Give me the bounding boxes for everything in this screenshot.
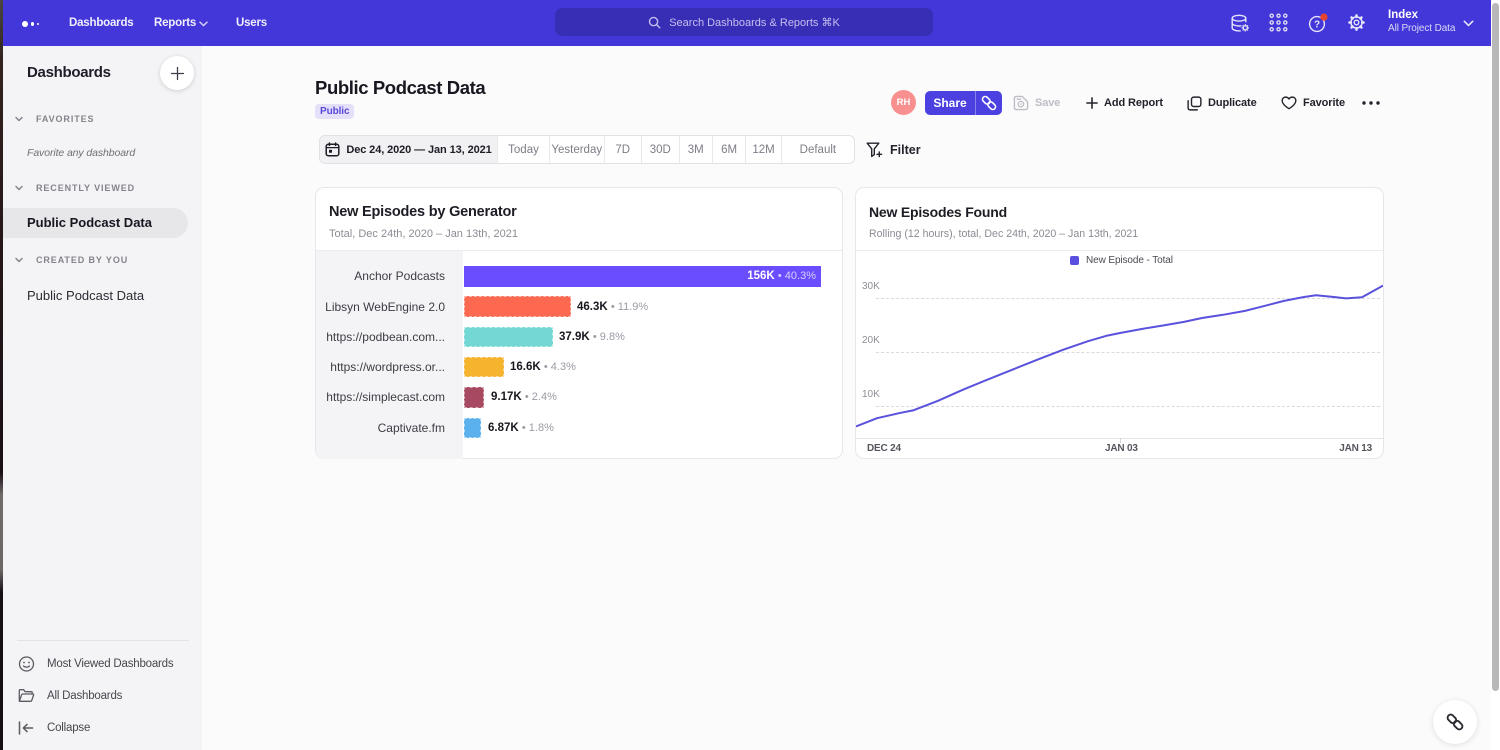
svg-text:?: ? [1314,20,1320,31]
